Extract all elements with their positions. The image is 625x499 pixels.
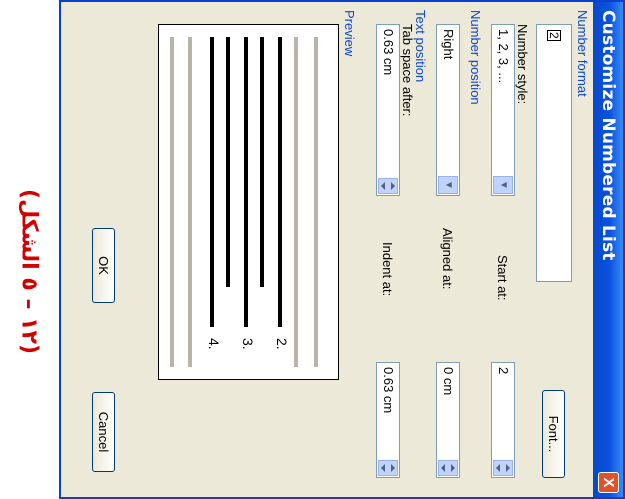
chevron-down-icon[interactable]: ▼ bbox=[438, 176, 458, 194]
preview-section-label: Preview bbox=[342, 10, 357, 57]
ok-button-label: OK bbox=[96, 256, 111, 275]
preview-number: 4. bbox=[206, 338, 222, 350]
font-button[interactable]: Font... bbox=[542, 390, 565, 478]
spinner-arrows-icon[interactable] bbox=[378, 460, 398, 476]
number-alignment-select[interactable]: Right ▼ bbox=[436, 24, 460, 196]
number-style-select[interactable]: 1, 2, 3, ... ▼ bbox=[491, 24, 515, 196]
preview-line bbox=[170, 37, 174, 367]
preview-line bbox=[278, 37, 282, 327]
preview-line bbox=[260, 37, 264, 287]
preview-box: 2. 3. 4. bbox=[158, 24, 339, 380]
text-position-section-label: Text position bbox=[413, 10, 428, 83]
spinner-arrows-icon[interactable] bbox=[438, 460, 458, 476]
number-style-value: 1, 2, 3, ... bbox=[496, 29, 511, 84]
preview-line bbox=[294, 37, 298, 367]
number-format-field[interactable]: 2 bbox=[536, 24, 572, 282]
figure-caption: (١٢ – ٥ الشكل) bbox=[16, 189, 42, 355]
font-button-label: Font... bbox=[546, 415, 561, 453]
preview-line bbox=[226, 37, 230, 287]
cancel-button[interactable]: Cancel bbox=[92, 392, 115, 472]
cancel-button-label: Cancel bbox=[96, 411, 111, 453]
aligned-at-label: Aligned at: bbox=[440, 228, 455, 290]
aligned-at-value: 0 cm bbox=[441, 367, 456, 396]
close-icon: X bbox=[600, 477, 617, 488]
preview-line bbox=[188, 37, 192, 367]
tab-space-value: 0.63 cm bbox=[381, 29, 396, 76]
preview-line bbox=[314, 37, 318, 367]
dialog-title: Customize Numbered List bbox=[598, 10, 618, 261]
indent-at-spinner[interactable]: 0.63 cm bbox=[376, 362, 400, 478]
close-button[interactable]: X bbox=[598, 472, 619, 493]
aligned-at-spinner[interactable]: 0 cm bbox=[436, 362, 460, 478]
dialog-frame: Customize Numbered List X Number format … bbox=[59, 0, 625, 499]
start-at-spinner[interactable]: 2 bbox=[491, 362, 515, 478]
number-style-label: Number style: bbox=[515, 24, 530, 105]
number-format-value: 2 bbox=[547, 30, 561, 41]
number-alignment-value: Right bbox=[441, 29, 456, 60]
indent-at-value: 0.63 cm bbox=[381, 367, 396, 414]
preview-line bbox=[244, 37, 248, 327]
customize-numbered-list-dialog: Customize Numbered List X Number format … bbox=[59, 0, 625, 499]
ok-button[interactable]: OK bbox=[92, 228, 115, 303]
preview-number: 2. bbox=[274, 338, 290, 350]
number-position-section-label: Number position bbox=[468, 10, 483, 105]
spinner-arrows-icon[interactable] bbox=[493, 460, 513, 476]
chevron-down-icon[interactable]: ▼ bbox=[493, 176, 513, 194]
title-bar[interactable]: Customize Numbered List X bbox=[593, 2, 623, 497]
tab-space-label: Tab space after: bbox=[400, 24, 415, 117]
number-format-section-label: Number format bbox=[575, 10, 590, 97]
preview-line bbox=[210, 37, 214, 327]
spinner-arrows-icon[interactable] bbox=[378, 178, 398, 194]
tab-space-spinner[interactable]: 0.63 cm bbox=[376, 24, 400, 196]
preview-number: 3. bbox=[240, 338, 256, 350]
indent-at-label: Indent at: bbox=[380, 242, 395, 297]
start-at-label: Start at: bbox=[495, 255, 510, 301]
start-at-value: 2 bbox=[496, 367, 511, 375]
